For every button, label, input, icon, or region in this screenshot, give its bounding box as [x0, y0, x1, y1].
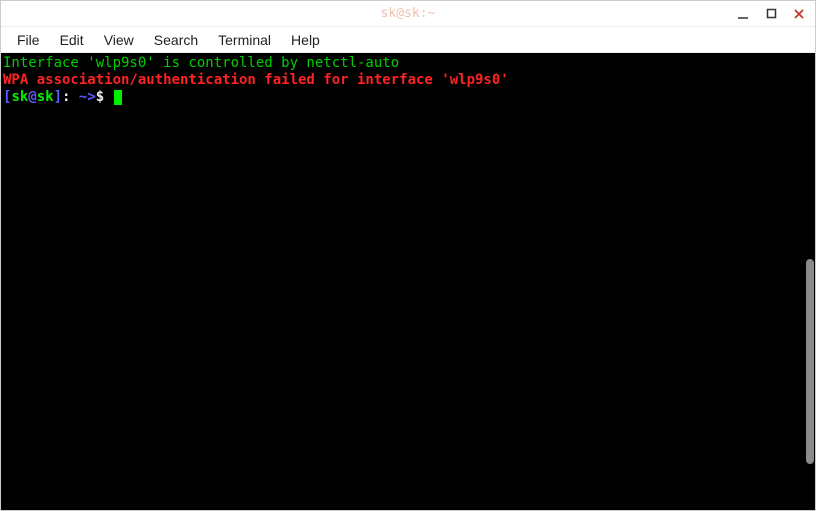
cursor: [114, 90, 122, 105]
minimize-icon: [737, 8, 749, 20]
prompt-host: sk: [37, 89, 54, 105]
prompt-dollar: $: [96, 89, 113, 105]
terminal-output[interactable]: Interface 'wlp9s0' is controlled by netc…: [3, 55, 813, 508]
menu-search[interactable]: Search: [144, 29, 208, 51]
window-controls: [733, 1, 809, 26]
scrollbar[interactable]: [805, 53, 815, 510]
output-line: Interface 'wlp9s0' is controlled by netc…: [3, 55, 399, 71]
titlebar: sk@sk:~: [1, 1, 815, 27]
menu-help[interactable]: Help: [281, 29, 330, 51]
scrollbar-thumb[interactable]: [806, 259, 814, 465]
maximize-icon: [766, 8, 777, 19]
output-line-error: WPA association/authentication failed fo…: [3, 72, 509, 88]
prompt-colon: :: [62, 89, 79, 105]
menu-file[interactable]: File: [7, 29, 50, 51]
menu-edit[interactable]: Edit: [50, 29, 94, 51]
prompt-user: sk: [11, 89, 28, 105]
terminal-area[interactable]: Interface 'wlp9s0' is controlled by netc…: [1, 53, 815, 510]
maximize-button[interactable]: [761, 4, 781, 24]
menu-terminal[interactable]: Terminal: [208, 29, 281, 51]
terminal-window: sk@sk:~ File Edit View Search Terminal H…: [0, 0, 816, 511]
prompt-bracket: ]: [54, 89, 62, 105]
window-title: sk@sk:~: [381, 6, 436, 21]
prompt-at: @: [28, 89, 36, 105]
close-icon: [793, 8, 805, 20]
close-button[interactable]: [789, 4, 809, 24]
menubar: File Edit View Search Terminal Help: [1, 27, 815, 53]
prompt-path: ~>: [79, 89, 96, 105]
minimize-button[interactable]: [733, 4, 753, 24]
menu-view[interactable]: View: [94, 29, 144, 51]
